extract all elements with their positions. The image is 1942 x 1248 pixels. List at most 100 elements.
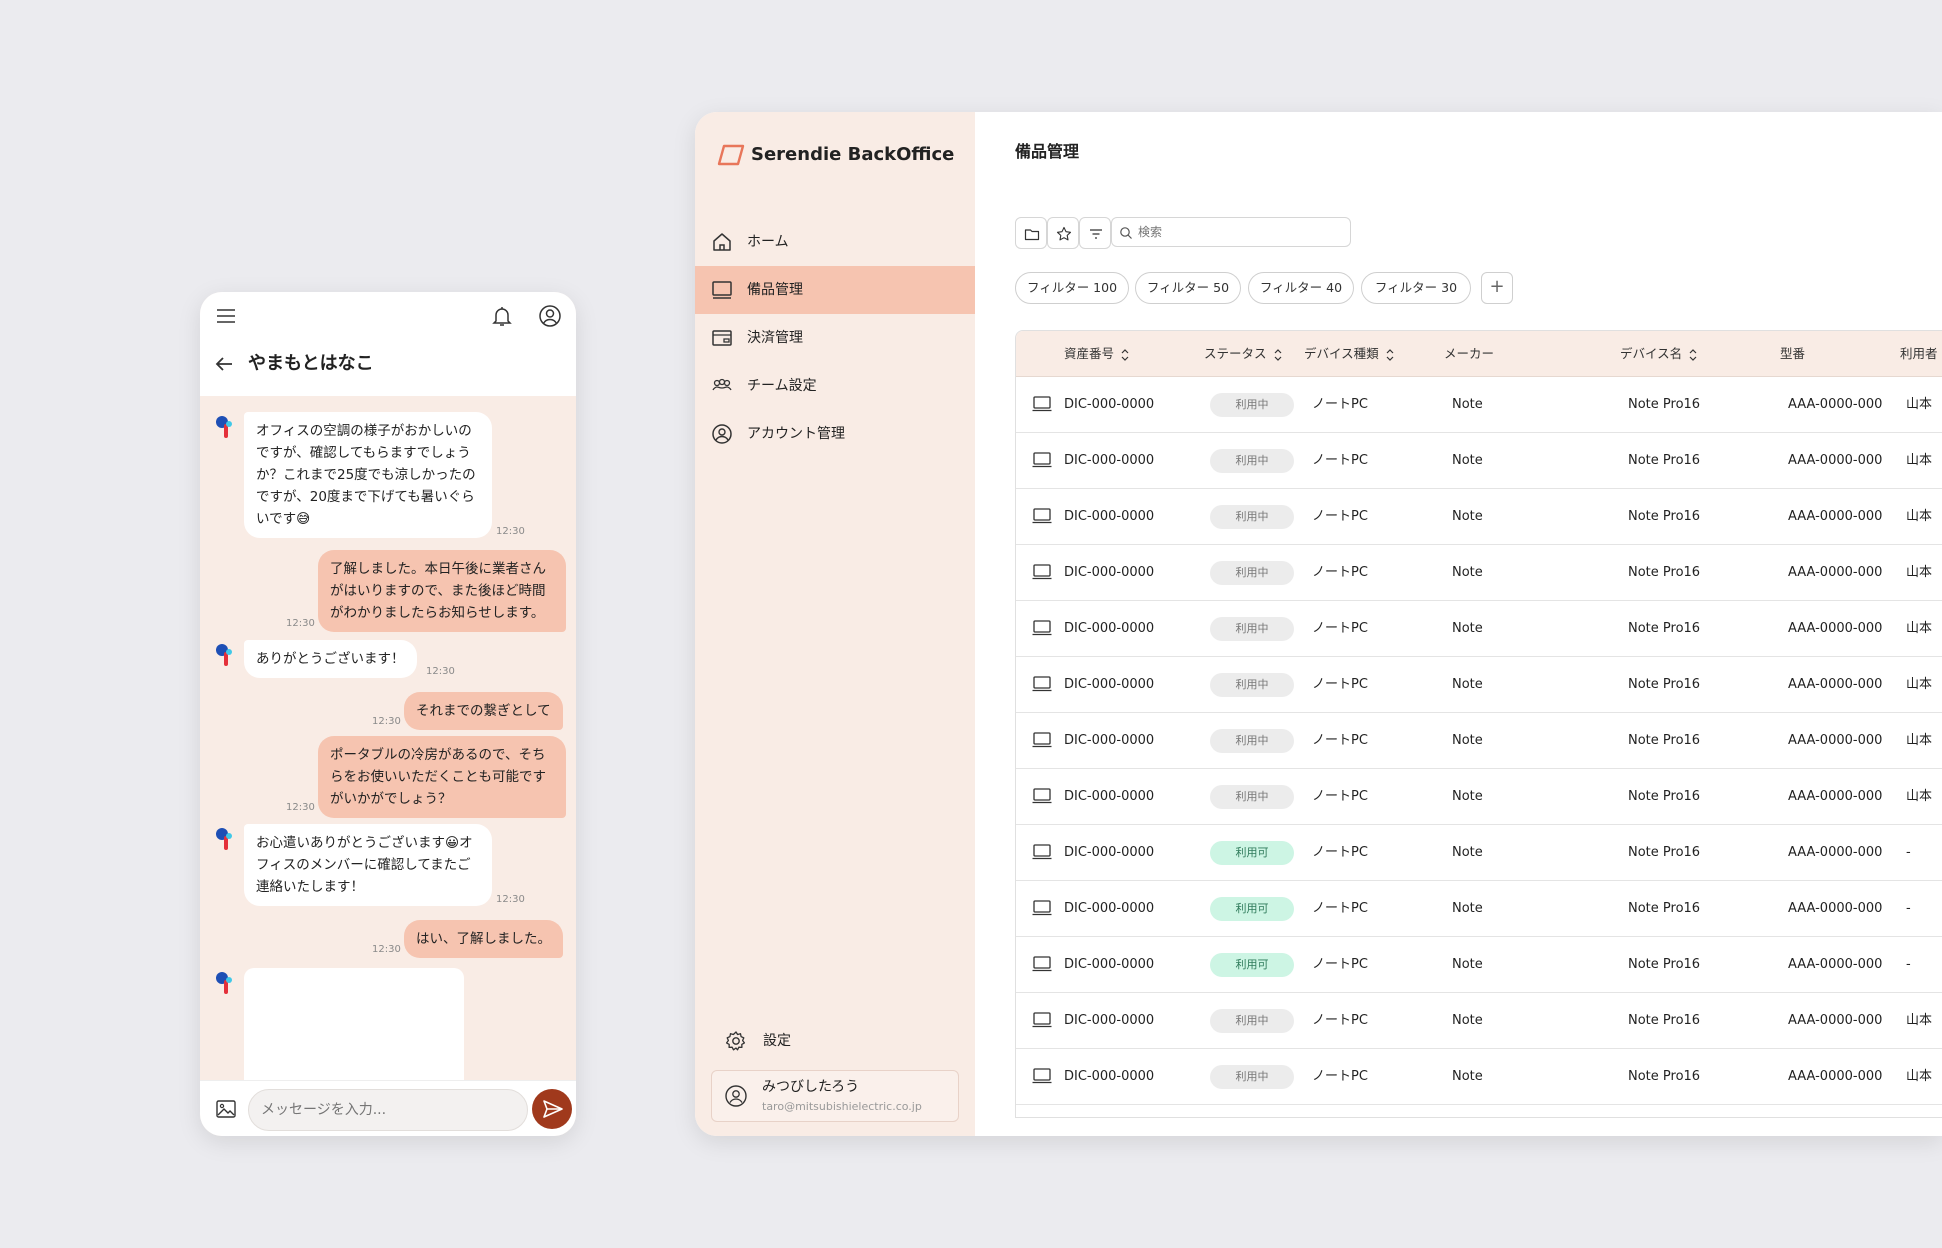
- cell-device-type: ノートPC: [1312, 565, 1368, 580]
- bell-icon[interactable]: [488, 302, 516, 330]
- cell-asset-id: DIC-000-0000: [1064, 565, 1155, 580]
- cell-maker: Note: [1452, 733, 1483, 748]
- sidebar-item-label: チーム設定: [747, 378, 817, 394]
- column-header-status[interactable]: ステータス: [1204, 331, 1283, 377]
- canvas: やまもとはなこ オフィスの空調の様子がおかしいのですが、確認してもらますでしょう…: [0, 0, 1942, 1248]
- sidebar-item-home[interactable]: ホーム: [695, 218, 975, 266]
- laptop-icon: [1032, 900, 1052, 916]
- sidebar-item-settings[interactable]: 設定: [725, 1026, 925, 1056]
- cell-model: AAA-0000-000: [1788, 509, 1883, 524]
- table-row[interactable]: DIC-000-0000 利用可 ノートPC Note Note Pro16 AAA-00…: [1016, 937, 1942, 993]
- favorite-button[interactable]: [1047, 217, 1079, 249]
- table-row[interactable]: DIC-000-0000 利用中 ノートPC Note Note Pro16 AAA-00…: [1016, 377, 1942, 433]
- column-label: デバイス種類: [1304, 346, 1379, 361]
- add-filter-button[interactable]: +: [1481, 272, 1513, 304]
- cell-device-type: ノートPC: [1312, 621, 1368, 636]
- table-row[interactable]: DIC-000-0000 利用中 ノートPC Note Note Pro16 AAA-00…: [1016, 993, 1942, 1049]
- cell-device-type: ノートPC: [1312, 1069, 1368, 1084]
- cell-model: AAA-0000-000: [1788, 845, 1883, 860]
- table-header: 資産番号 ステータス デバイス種類 メーカー デバイス名 型番 利用者: [1016, 331, 1942, 377]
- menu-icon[interactable]: [212, 302, 240, 330]
- sidebar-item-account[interactable]: アカウント管理: [695, 410, 975, 458]
- cell-device-type: ノートPC: [1312, 845, 1368, 860]
- status-badge: 利用中: [1210, 785, 1294, 809]
- cell-device-type: ノートPC: [1312, 1013, 1368, 1028]
- column-header-device-type[interactable]: デバイス種類: [1304, 331, 1395, 377]
- column-header-model[interactable]: 型番: [1780, 331, 1805, 377]
- filter-chip[interactable]: フィルター 100: [1015, 272, 1129, 304]
- sort-icon: [1689, 348, 1697, 361]
- cell-user: -: [1906, 957, 1911, 972]
- folder-button[interactable]: [1015, 217, 1047, 249]
- table-row[interactable]: DIC-000-0000 利用可 ノートPC Note Note Pro16 AAA-00…: [1016, 825, 1942, 881]
- search-field[interactable]: [1111, 217, 1351, 247]
- column-header-asset-id[interactable]: 資産番号: [1064, 331, 1130, 377]
- status-badge: 利用中: [1210, 729, 1294, 753]
- filter-chip[interactable]: フィルター 30: [1361, 272, 1471, 304]
- table-row[interactable]: DIC-000-0000 利用中 ノートPC Note Note Pro16 AAA-00…: [1016, 489, 1942, 545]
- table-row[interactable]: DIC-000-0000 利用中 ノートPC Note Note Pro16 AAA-00…: [1016, 769, 1942, 825]
- cell-maker: Note: [1452, 845, 1483, 860]
- back-arrow-icon[interactable]: [210, 350, 238, 378]
- cell-model: AAA-0000-000: [1788, 565, 1883, 580]
- avatar-icon: [216, 828, 232, 850]
- mobile-chat-screen: やまもとはなこ オフィスの空調の様子がおかしいのですが、確認してもらますでしょう…: [200, 292, 576, 1136]
- table-row[interactable]: DIC-000-0000 利用中 ノートPC Note Note Pro16 AAA-00…: [1016, 657, 1942, 713]
- table-row[interactable]: DIC-000-0000 利用可 ノートPC Note Note Pro16 AAA-00…: [1016, 881, 1942, 937]
- sidebar-item-team[interactable]: チーム設定: [695, 362, 975, 410]
- status-badge: 利用可: [1210, 953, 1294, 977]
- status-badge: 利用可: [1210, 897, 1294, 921]
- image-message-placeholder[interactable]: [244, 968, 464, 1080]
- column-label: デバイス名: [1620, 346, 1683, 361]
- laptop-icon: [1032, 620, 1052, 636]
- message-input[interactable]: [248, 1089, 528, 1131]
- monitor-icon: [712, 281, 732, 299]
- gear-icon: [725, 1031, 746, 1051]
- message-time: 12:30: [286, 802, 315, 813]
- status-badge: 利用中: [1210, 561, 1294, 585]
- cell-model: AAA-0000-000: [1788, 957, 1883, 972]
- filter-chip[interactable]: フィルター 40: [1248, 272, 1354, 304]
- avatar-icon: [216, 416, 232, 438]
- backoffice-window: Serendie BackOffice ホーム 備品管理 決済管理 チーム設定 …: [695, 112, 1942, 1136]
- laptop-icon: [1032, 788, 1052, 804]
- table-row[interactable]: DIC-000-0000 利用中 ノートPC Note Note Pro16 AAA-00…: [1016, 601, 1942, 657]
- filter-button[interactable]: [1079, 217, 1111, 249]
- table-row[interactable]: DIC-000-0000 利用中 ノートPC Note Note Pro16 AAA-00…: [1016, 713, 1942, 769]
- cell-model: AAA-0000-000: [1788, 901, 1883, 916]
- cell-asset-id: DIC-000-0000: [1064, 509, 1155, 524]
- column-label: 資産番号: [1064, 346, 1115, 361]
- cell-device-type: ノートPC: [1312, 957, 1368, 972]
- search-input[interactable]: [1138, 222, 1338, 242]
- account-icon: [712, 424, 732, 444]
- chat-title: やまもとはなこ: [248, 353, 374, 374]
- account-icon[interactable]: [536, 302, 564, 330]
- cell-device-name: Note Pro16: [1628, 453, 1701, 468]
- message-bubble: はい、了解しました。: [404, 920, 563, 958]
- sort-icon: [1386, 348, 1394, 361]
- sidebar-item-payments[interactable]: 決済管理: [695, 314, 975, 362]
- column-header-device-name[interactable]: デバイス名: [1620, 331, 1698, 377]
- table-row[interactable]: DIC-000-0000 利用中 ノートPC Note Note Pro16 AAA-00…: [1016, 1049, 1942, 1105]
- cell-asset-id: DIC-000-0000: [1064, 789, 1155, 804]
- cell-asset-id: DIC-000-0000: [1064, 957, 1155, 972]
- image-attach-icon[interactable]: [212, 1095, 240, 1123]
- column-header-user[interactable]: 利用者: [1900, 331, 1938, 377]
- table-row[interactable]: DIC-000-0000 利用中 ノートPC Note Note Pro16 AAA-00…: [1016, 433, 1942, 489]
- user-profile-card[interactable]: みつびしたろう taro@mitsubishielectric.co.jp: [711, 1070, 959, 1122]
- column-header-maker[interactable]: メーカー: [1444, 331, 1494, 377]
- filter-chip[interactable]: フィルター 50: [1135, 272, 1241, 304]
- cell-maker: Note: [1452, 453, 1483, 468]
- sidebar-item-equipment[interactable]: 備品管理: [695, 266, 975, 314]
- cell-user: 山本: [1906, 1069, 1933, 1084]
- message-bubble: 了解しました。本日午後に業者さんがはいりますので、また後ほど時間がわかりましたら…: [318, 550, 566, 632]
- cell-model: AAA-0000-000: [1788, 677, 1883, 692]
- cell-maker: Note: [1452, 957, 1483, 972]
- sidebar: Serendie BackOffice ホーム 備品管理 決済管理 チーム設定 …: [695, 112, 975, 1136]
- cell-device-name: Note Pro16: [1628, 677, 1701, 692]
- brand-name: Serendie BackOffice: [751, 144, 955, 165]
- table-row[interactable]: DIC-000-0000 利用中 ノートPC Note Note Pro16 AAA-00…: [1016, 545, 1942, 601]
- laptop-icon: [1032, 396, 1052, 412]
- send-button[interactable]: [532, 1089, 572, 1129]
- status-badge: 利用中: [1210, 673, 1294, 697]
